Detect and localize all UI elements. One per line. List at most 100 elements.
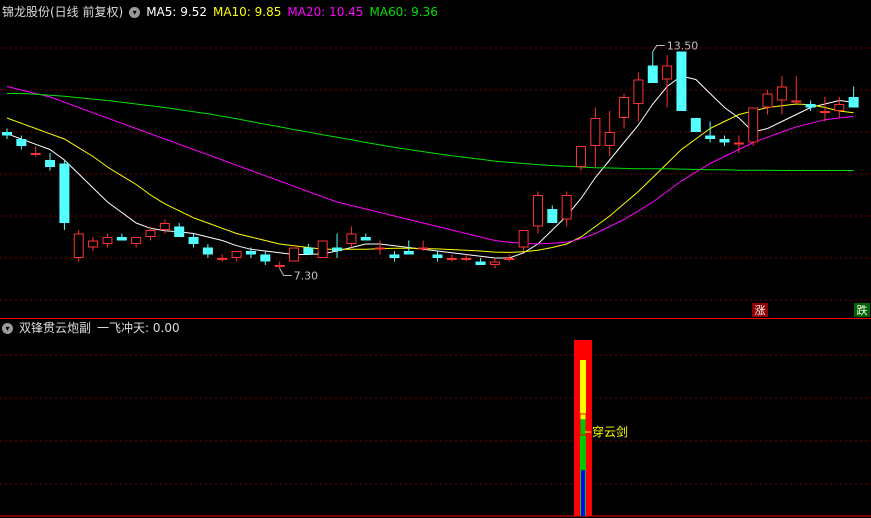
- settings-icon[interactable]: ▾: [129, 7, 141, 18]
- candle: [88, 237, 99, 251]
- candle: [260, 251, 271, 265]
- candle: [791, 76, 802, 104]
- candle-body-down: [45, 160, 56, 167]
- candle-body-down: [475, 261, 486, 265]
- candle: [733, 135, 744, 153]
- candle-body-up: [561, 195, 572, 220]
- candle-body-up: [504, 258, 515, 260]
- badge-label: 跌: [857, 303, 868, 317]
- candle-body-down: [848, 97, 859, 108]
- candle: [647, 51, 658, 83]
- candle-body-down: [174, 226, 185, 237]
- candle-body-up: [102, 237, 113, 244]
- candle-body-down: [389, 254, 400, 258]
- candle-body-up: [518, 230, 529, 248]
- candle-body-down: [647, 65, 658, 83]
- candle: [375, 240, 386, 255]
- candle-body-up: [633, 79, 644, 104]
- ma60-label: MA60: 9.36: [369, 5, 438, 19]
- main-chart-header: 锦龙股份(日线 前复权) ▾ MA5: 9.52 MA10: 9.85 MA20: 10…: [2, 4, 444, 20]
- indicator-value: 一飞冲天: 0.00: [97, 321, 180, 335]
- candle: [202, 244, 213, 258]
- candle: [332, 233, 343, 258]
- candle-body-down: [690, 118, 701, 132]
- candle-body-down: [202, 247, 213, 255]
- candle-body-up: [231, 251, 242, 258]
- candle: [389, 251, 400, 262]
- candle-body-down: [805, 104, 816, 108]
- candle: [102, 233, 113, 248]
- candle: [360, 233, 371, 241]
- candle: [432, 251, 443, 262]
- low-marker-label: 7.30: [294, 270, 319, 283]
- ma10-line: [6, 103, 854, 253]
- candle: [662, 55, 673, 108]
- candle-body-up: [748, 107, 759, 143]
- candle: [776, 76, 787, 115]
- candle-body-up: [791, 100, 802, 103]
- candle-body-up: [217, 258, 228, 260]
- candle: [547, 205, 558, 223]
- candle: [217, 254, 228, 262]
- candle-body-up: [762, 93, 773, 108]
- candle-body-up: [30, 153, 41, 155]
- candle-body-down: [260, 254, 271, 262]
- candle-body-down: [16, 139, 27, 146]
- candle-body-up: [346, 233, 357, 244]
- candle: [461, 254, 472, 262]
- indicator-title[interactable]: 双锋贯云炮副: [19, 321, 91, 335]
- candle: [590, 107, 601, 167]
- ma20-line: [6, 86, 854, 245]
- candle-body-down: [116, 237, 127, 241]
- candle: [116, 233, 127, 241]
- candle-body-down: [719, 139, 730, 143]
- ma5-label: MA5: 9.52: [146, 5, 207, 19]
- moving-average-lines: [6, 75, 854, 259]
- candle-body-up: [604, 132, 615, 146]
- candle-body-up: [159, 223, 170, 230]
- candle-body-up: [776, 86, 787, 101]
- candle-body-up: [73, 233, 84, 258]
- candle: [748, 107, 759, 146]
- candle-body-up: [274, 265, 285, 267]
- candle: [676, 51, 687, 111]
- candle-body-down: [705, 135, 716, 139]
- candle-body-up: [131, 237, 142, 244]
- stock-title[interactable]: 锦龙股份(日线 前复权): [2, 5, 123, 19]
- low-marker-pointer: [279, 268, 292, 276]
- candle: [303, 244, 314, 255]
- candle-body-down: [188, 237, 199, 244]
- candle: [231, 251, 242, 262]
- badge-label: 涨: [755, 304, 766, 317]
- candle-body-up: [446, 258, 457, 260]
- candle: [289, 247, 299, 262]
- settings-icon[interactable]: ▾: [2, 323, 13, 334]
- candle: [690, 118, 701, 132]
- candle-body-down: [360, 237, 371, 241]
- candle: [633, 72, 644, 122]
- candle-body-down: [2, 132, 12, 136]
- candle-body-up: [375, 247, 386, 250]
- stock-chart[interactable]: 13.50 7.30 涨 跌 穿云剑: [0, 0, 871, 518]
- high-marker-label: 13.50: [667, 40, 699, 53]
- candle: [418, 240, 429, 251]
- candle-body-down: [303, 247, 314, 255]
- ma20-label: MA20: 10.45: [287, 5, 364, 19]
- candle: [561, 191, 572, 227]
- candle-body-up: [590, 118, 601, 146]
- candle-body-up: [576, 146, 586, 167]
- signal-bar-blue: [581, 470, 585, 516]
- high-marker-pointer: [652, 45, 665, 52]
- candle-body-up: [317, 240, 328, 258]
- candle: [45, 153, 56, 171]
- candle: [619, 93, 630, 129]
- candle-body-up: [418, 247, 429, 250]
- candle: [604, 111, 615, 157]
- candlesticks: [2, 51, 859, 269]
- candle-body-up: [489, 261, 500, 265]
- candle-body-down: [432, 254, 443, 258]
- candle-body-up: [662, 65, 673, 80]
- candle: [174, 223, 185, 237]
- candle-body-up: [819, 111, 830, 113]
- candle: [576, 146, 586, 171]
